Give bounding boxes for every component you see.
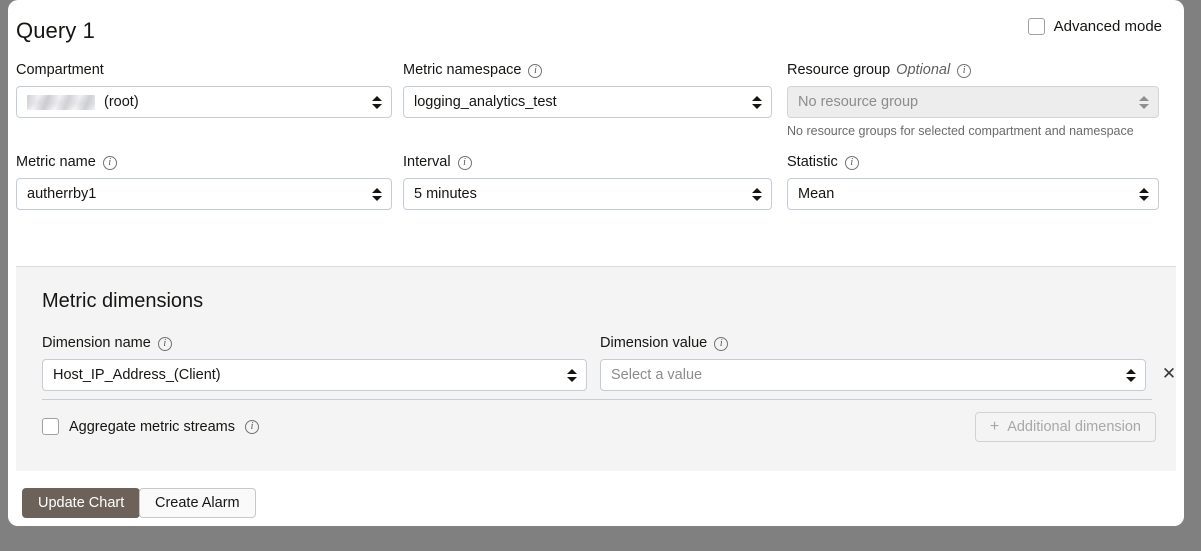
metric-dimensions-panel: Metric dimensions Dimension name i Host_…	[16, 266, 1176, 471]
optional-tag: Optional	[896, 62, 950, 79]
chevron-updown-icon	[1138, 185, 1149, 203]
dimension-value-label: Dimension value i	[600, 335, 1146, 352]
field-statistic: Statistic i Mean	[787, 154, 1159, 210]
dimension-value-select[interactable]: Select a value	[600, 359, 1146, 391]
aggregate-metric-streams-toggle[interactable]: Aggregate metric streams i	[42, 418, 259, 435]
field-metric-name: Metric name i autherrby1	[16, 154, 392, 210]
update-chart-button[interactable]: Update Chart	[22, 488, 140, 518]
info-icon[interactable]: i	[458, 156, 472, 170]
chevron-updown-icon	[1125, 366, 1136, 384]
metric-dimensions-title: Metric dimensions	[42, 290, 203, 313]
query-header: Query 1 Advanced mode	[8, 0, 1184, 58]
compartment-select[interactable]: (root)	[16, 86, 392, 118]
metric-namespace-value: logging_analytics_test	[414, 94, 557, 110]
page-title: Query 1	[16, 18, 95, 44]
field-compartment: Compartment (root)	[16, 62, 392, 118]
aggregate-metric-streams-label: Aggregate metric streams	[69, 419, 235, 435]
advanced-mode-label: Advanced mode	[1054, 18, 1162, 35]
info-icon[interactable]: i	[714, 337, 728, 351]
statistic-select[interactable]: Mean	[787, 178, 1159, 210]
info-icon[interactable]: i	[957, 64, 971, 78]
dimension-name-select[interactable]: Host_IP_Address_(Client)	[42, 359, 587, 391]
chevron-updown-icon	[751, 93, 762, 111]
interval-value: 5 minutes	[414, 186, 477, 202]
dimension-value-placeholder: Select a value	[611, 367, 702, 383]
resource-group-label: Resource group Optional i	[787, 62, 1159, 79]
query-footer: Update Chart Create Alarm	[8, 471, 1184, 526]
chevron-updown-icon	[751, 185, 762, 203]
resource-group-helper-text: No resource groups for selected compartm…	[787, 124, 1159, 139]
resource-group-placeholder: No resource group	[798, 94, 918, 110]
metric-namespace-label: Metric namespace i	[403, 62, 772, 79]
field-dimension-value: Dimension value i Select a value	[600, 335, 1146, 391]
interval-label: Interval i	[403, 154, 772, 171]
add-additional-dimension-label: Additional dimension	[1007, 419, 1141, 435]
metric-name-label: Metric name i	[16, 154, 392, 171]
aggregate-metric-streams-checkbox[interactable]	[42, 418, 59, 435]
add-additional-dimension-button: + Additional dimension	[975, 412, 1156, 442]
advanced-mode-checkbox[interactable]	[1028, 18, 1045, 35]
metric-name-value: autherrby1	[27, 186, 96, 202]
dimension-name-label: Dimension name i	[42, 335, 587, 352]
info-icon[interactable]: i	[245, 420, 259, 434]
resource-group-select: No resource group	[787, 86, 1159, 118]
chevron-updown-icon	[1138, 93, 1149, 111]
compartment-label: Compartment	[16, 62, 392, 79]
dimension-row: Dimension name i Host_IP_Address_(Client…	[42, 335, 1152, 393]
metric-name-select[interactable]: autherrby1	[16, 178, 392, 210]
redacted-compartment-name	[27, 95, 95, 110]
statistic-value: Mean	[798, 186, 834, 202]
statistic-label: Statistic i	[787, 154, 1159, 171]
query-card: Query 1 Advanced mode Compartment (root)…	[8, 0, 1184, 526]
chevron-updown-icon	[566, 366, 577, 384]
field-resource-group: Resource group Optional i No resource gr…	[787, 62, 1159, 139]
plus-icon: +	[990, 419, 999, 435]
remove-dimension-icon[interactable]: ✕	[1159, 364, 1179, 384]
advanced-mode-toggle[interactable]: Advanced mode	[1028, 18, 1162, 35]
chevron-updown-icon	[371, 93, 382, 111]
compartment-value: (root)	[104, 94, 139, 110]
interval-select[interactable]: 5 minutes	[403, 178, 772, 210]
field-dimension-name: Dimension name i Host_IP_Address_(Client…	[42, 335, 587, 391]
info-icon[interactable]: i	[845, 156, 859, 170]
info-icon[interactable]: i	[528, 64, 542, 78]
info-icon[interactable]: i	[158, 337, 172, 351]
dimension-name-value: Host_IP_Address_(Client)	[53, 367, 221, 383]
create-alarm-button[interactable]: Create Alarm	[139, 488, 256, 518]
field-interval: Interval i 5 minutes	[403, 154, 772, 210]
divider	[42, 399, 1152, 400]
info-icon[interactable]: i	[103, 156, 117, 170]
chevron-updown-icon	[371, 185, 382, 203]
field-metric-namespace: Metric namespace i logging_analytics_tes…	[403, 62, 772, 118]
metric-namespace-select[interactable]: logging_analytics_test	[403, 86, 772, 118]
